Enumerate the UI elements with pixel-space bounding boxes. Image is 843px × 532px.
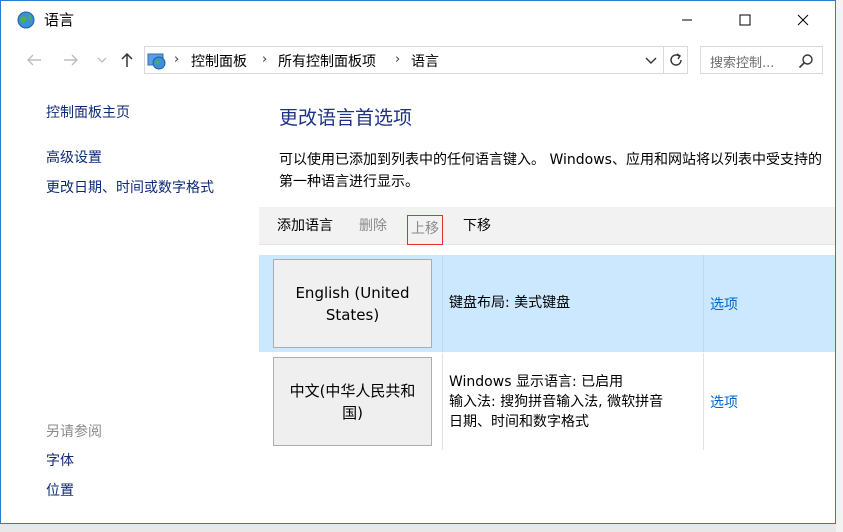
link-change-date-time-format[interactable]: 更改日期、时间或数字格式 xyxy=(46,177,214,197)
move-down-button[interactable]: 下移 xyxy=(463,207,491,245)
address-bar[interactable]: › 控制面板 › 所有控制面板项 › 语言 xyxy=(144,46,688,74)
column-divider xyxy=(442,353,443,450)
language-tile-english[interactable]: English (United States) xyxy=(273,259,432,348)
language-toolbar: 添加语言 删除 上移 下移 xyxy=(259,207,835,245)
language-globe-icon xyxy=(17,11,35,29)
link-control-panel-home[interactable]: 控制面板主页 xyxy=(46,102,130,122)
add-language-button[interactable]: 添加语言 xyxy=(277,207,333,245)
language-info-line: Windows 显示语言: 已启用 xyxy=(449,374,624,390)
background-window-strip xyxy=(0,524,843,532)
breadcrumb-separator: › xyxy=(174,52,180,67)
chevron-down-icon[interactable] xyxy=(642,51,660,69)
search-icon[interactable] xyxy=(798,53,814,69)
close-button[interactable] xyxy=(780,1,826,39)
main-content: 更改语言首选项 可以使用已添加到列表中的任何语言键入。 Windows、应用和网… xyxy=(259,81,835,523)
recent-locations-dropdown[interactable] xyxy=(91,49,113,71)
title-bar[interactable]: 语言 xyxy=(1,1,835,39)
column-divider xyxy=(703,353,704,450)
link-advanced-settings[interactable]: 高级设置 xyxy=(46,147,102,167)
breadcrumb-language[interactable]: 语言 xyxy=(411,51,439,71)
maximize-button[interactable] xyxy=(722,1,768,39)
search-placeholder: 搜索控制... xyxy=(710,56,775,71)
minimize-button[interactable] xyxy=(664,1,710,39)
see-also-heading: 另请参阅 xyxy=(46,424,102,440)
options-link-chinese[interactable]: 选项 xyxy=(710,392,738,412)
language-info-line: 日期、时间和数字格式 xyxy=(449,414,589,430)
page-description: 可以使用已添加到列表中的任何语言键入。 Windows、应用和网站将以列表中受支… xyxy=(279,152,822,190)
breadcrumb-all-items[interactable]: 所有控制面板项 xyxy=(278,51,376,71)
back-button[interactable] xyxy=(23,49,45,71)
navigation-bar: › 控制面板 › 所有控制面板项 › 语言 搜索控制... xyxy=(1,41,835,79)
page-title: 更改语言首选项 xyxy=(279,107,413,129)
breadcrumb-control-panel[interactable]: 控制面板 xyxy=(191,51,247,71)
link-fonts[interactable]: 字体 xyxy=(46,450,74,470)
left-pane: 控制面板主页 高级设置 更改日期、时间或数字格式 另请参阅 字体 位置 xyxy=(1,81,259,523)
up-button[interactable] xyxy=(116,49,138,71)
language-row[interactable]: 中文(中华人民共和国) Windows 显示语言: 已启用 输入法: 搜狗拼音输… xyxy=(259,353,835,450)
link-location[interactable]: 位置 xyxy=(46,480,74,500)
search-input[interactable]: 搜索控制... xyxy=(700,46,823,74)
language-info-line: 键盘布局: 美式键盘 xyxy=(449,295,571,311)
breadcrumb-separator: › xyxy=(262,52,268,67)
language-info-line: 输入法: 搜狗拼音输入法, 微软拼音 xyxy=(449,394,664,410)
forward-button[interactable] xyxy=(60,49,82,71)
remove-button[interactable]: 删除 xyxy=(359,207,387,245)
refresh-button[interactable] xyxy=(663,47,688,73)
background-window-edge xyxy=(836,0,843,532)
column-divider xyxy=(442,255,443,352)
control-panel-icon xyxy=(147,51,167,71)
language-row[interactable]: English (United States) 键盘布局: 美式键盘 选项 xyxy=(259,255,835,352)
window-title: 语言 xyxy=(44,11,75,29)
control-panel-window: 语言 › 控制面板 › 所有控制面板项 › 语言 搜索控制... 控制面板主页 … xyxy=(0,0,836,524)
breadcrumb-separator: › xyxy=(395,52,401,67)
options-link-english[interactable]: 选项 xyxy=(710,294,738,314)
move-up-button[interactable]: 上移 xyxy=(407,215,443,245)
language-tile-chinese[interactable]: 中文(中华人民共和国) xyxy=(273,357,432,446)
column-divider xyxy=(703,255,704,352)
